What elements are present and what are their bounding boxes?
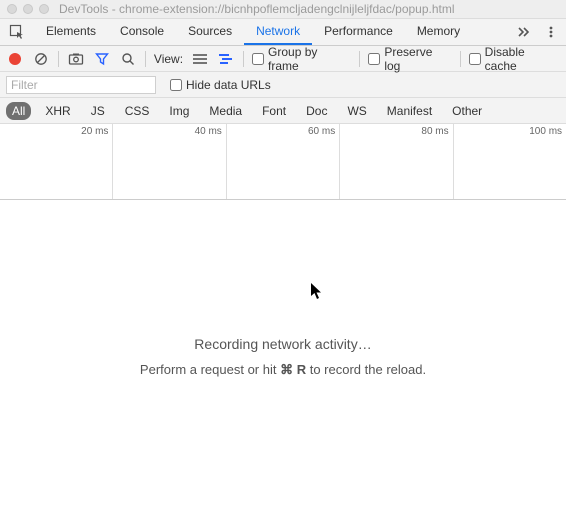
record-icon [9,53,21,65]
minimize-window-button[interactable] [23,4,33,14]
record-button[interactable] [6,50,24,68]
close-window-button[interactable] [7,4,17,14]
hide-data-urls-input[interactable] [170,79,182,91]
resource-type-bar: All XHR JS CSS Img Media Font Doc WS Man… [0,98,566,124]
window-title: DevTools - chrome-extension://bicnhpofle… [59,2,455,16]
timeline-tick: 100 ms [529,126,562,137]
inspect-element-button[interactable] [0,19,34,45]
empty-state: Recording network activity… Perform a re… [0,336,566,378]
toolbar-divider [243,51,244,67]
toolbar-divider [145,51,146,67]
overflow-menu-button[interactable] [542,23,560,41]
tab-memory[interactable]: Memory [405,19,472,45]
tab-sources[interactable]: Sources [176,19,244,45]
toolbar-divider [460,51,461,67]
clear-icon [34,52,48,66]
funnel-icon [95,52,109,66]
timeline-segment: 20 ms [0,124,113,199]
inspect-icon [9,24,25,40]
type-manifest[interactable]: Manifest [381,102,438,120]
tab-elements[interactable]: Elements [34,19,108,45]
list-icon [192,52,208,66]
group-by-frame-checkbox[interactable]: Group by frame [252,45,351,73]
disable-cache-checkbox[interactable]: Disable cache [469,45,560,73]
search-icon [121,52,135,66]
filter-bar: Hide data URLs [0,72,566,98]
network-toolbar: View: Group by frame Preserve log Disabl… [0,46,566,72]
timeline-tick: 60 ms [308,126,335,137]
window-titlebar: DevTools - chrome-extension://bicnhpofle… [0,0,566,19]
toolbar-divider [58,51,59,67]
timeline-tick: 20 ms [81,126,108,137]
type-all[interactable]: All [6,102,31,120]
clear-button[interactable] [32,50,50,68]
waterfall-icon [218,52,234,66]
traffic-lights [7,4,49,14]
network-log-area: Recording network activity… Perform a re… [0,200,566,520]
group-by-frame-label: Group by frame [268,45,351,73]
preserve-log-checkbox[interactable]: Preserve log [368,45,451,73]
screenshot-button[interactable] [67,50,85,68]
type-js[interactable]: JS [85,102,111,120]
view-label: View: [154,52,183,66]
empty-hint-pre: Perform a request or hit [140,362,280,377]
type-other[interactable]: Other [446,102,488,120]
group-by-frame-input[interactable] [252,53,264,65]
overview-timeline[interactable]: 20 ms 40 ms 60 ms 80 ms 100 ms [0,124,566,200]
empty-hint: Perform a request or hit ⌘ R to record t… [0,362,566,378]
kebab-icon [544,25,558,39]
type-img[interactable]: Img [163,102,195,120]
chevrons-right-icon [516,25,530,39]
type-font[interactable]: Font [256,102,292,120]
toolbar-divider [359,51,360,67]
zoom-window-button[interactable] [39,4,49,14]
search-button[interactable] [119,50,137,68]
devtools-tabbar: Elements Console Sources Network Perform… [0,19,566,46]
hide-data-urls-checkbox[interactable]: Hide data URLs [170,78,271,92]
mouse-cursor-icon [310,282,324,300]
disable-cache-label: Disable cache [485,45,560,73]
filter-input[interactable] [6,76,156,94]
type-ws[interactable]: WS [341,102,372,120]
camera-icon [68,52,84,66]
preserve-log-label: Preserve log [384,45,451,73]
shortcut-key: R [297,362,306,377]
more-tabs-button[interactable] [514,23,532,41]
disable-cache-input[interactable] [469,53,481,65]
timeline-tick: 80 ms [421,126,448,137]
timeline-segment: 100 ms [454,124,566,199]
tab-console[interactable]: Console [108,19,176,45]
preserve-log-input[interactable] [368,53,380,65]
tab-performance[interactable]: Performance [312,19,405,45]
type-css[interactable]: CSS [119,102,156,120]
timeline-segment: 40 ms [113,124,226,199]
large-rows-button[interactable] [191,50,209,68]
waterfall-toggle-button[interactable] [217,50,235,68]
type-xhr[interactable]: XHR [39,102,76,120]
empty-title: Recording network activity… [0,336,566,352]
timeline-tick: 40 ms [195,126,222,137]
type-media[interactable]: Media [203,102,248,120]
empty-hint-post: to record the reload. [306,362,426,377]
timeline-segment: 80 ms [340,124,453,199]
timeline-segment: 60 ms [227,124,340,199]
filter-button[interactable] [93,50,111,68]
type-doc[interactable]: Doc [300,102,333,120]
tab-network[interactable]: Network [244,19,312,45]
hide-data-urls-label: Hide data URLs [186,78,271,92]
shortcut-cmd: ⌘ [280,362,293,377]
